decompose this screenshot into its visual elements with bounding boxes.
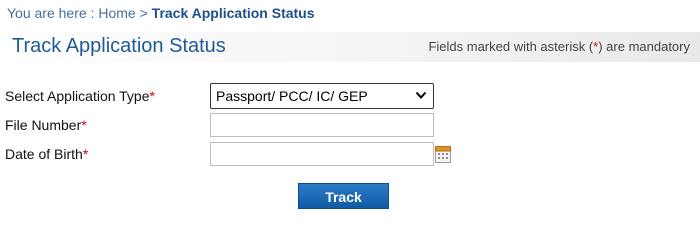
file-number-input[interactable] [210,113,434,137]
mandatory-fields-note: Fields marked with asterisk (*) are mand… [428,39,690,54]
date-of-birth-input[interactable] [210,142,434,166]
file-number-label-text: File Number [5,117,82,133]
application-type-label-text: Select Application Type [5,88,150,104]
application-type-selected-value: Passport/ PCC/ IC/ GEP [216,88,368,104]
track-status-button[interactable]: Track Status [298,183,389,229]
page-title: Track Application Status [12,35,226,57]
breadcrumb-home-link[interactable]: Home [98,5,135,21]
date-of-birth-label: Date of Birth* [5,146,88,162]
required-asterisk: * [82,146,89,162]
breadcrumb-prefix: You are here : [7,5,95,21]
application-type-label: Select Application Type* [5,88,155,104]
required-asterisk: * [149,88,155,104]
application-type-select[interactable]: Passport/ PCC/ IC/ GEP [210,83,434,109]
chevron-down-icon [415,91,427,99]
date-of-birth-label-text: Date of Birth [5,146,83,162]
calendar-icon[interactable] [435,145,451,163]
breadcrumb: You are here : Home > Track Application … [7,5,315,21]
breadcrumb-separator: > [139,5,148,21]
mandatory-note-end: ) are mandatory [598,39,690,54]
mandatory-note-start: Fields marked with asterisk ( [428,39,594,54]
required-asterisk: * [81,117,87,133]
file-number-label: File Number* [5,117,87,133]
breadcrumb-current: Track Application Status [151,5,315,21]
